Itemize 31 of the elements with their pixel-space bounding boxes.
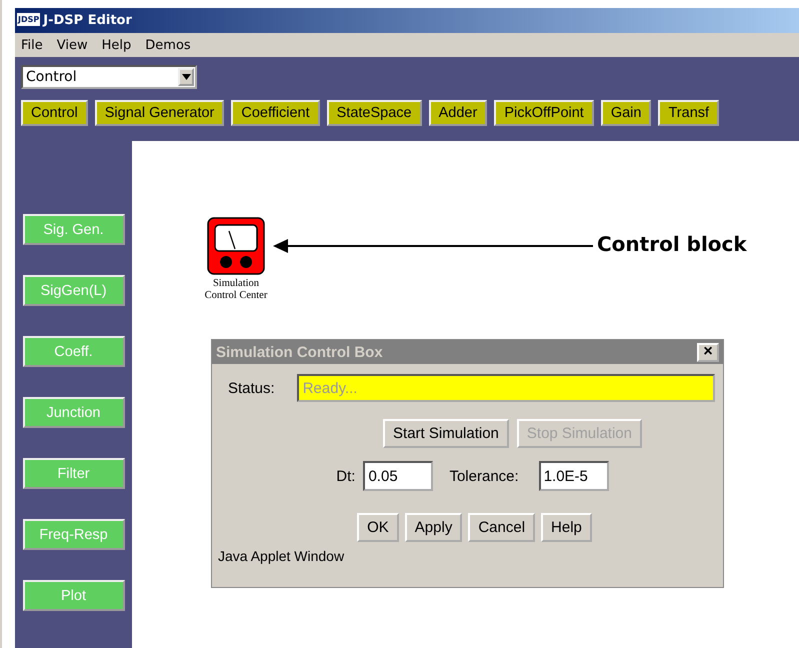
toolbar-button[interactable]: StateSpace	[326, 100, 422, 126]
dt-label: Dt:	[336, 468, 356, 484]
dialog-button[interactable]: OK	[357, 513, 399, 542]
status-label: Status:	[228, 380, 275, 396]
dialog-title: Simulation Control Box	[216, 344, 383, 360]
dialog-button[interactable]: Apply	[404, 513, 462, 542]
simulation-button[interactable]: Start Simulation	[383, 419, 509, 448]
toolbar-button[interactable]: Coefficient	[231, 100, 320, 126]
menu-item[interactable]: Help	[102, 38, 132, 52]
toolbar-button[interactable]: Gain	[600, 100, 652, 126]
category-dropdown[interactable]: Control	[21, 65, 197, 89]
footer-text: Java Applet Window	[218, 548, 346, 564]
tolerance-field[interactable]: 1.0E-5	[538, 461, 609, 491]
dt-field[interactable]: 0.05	[363, 461, 434, 491]
toolbar-button[interactable]: Signal Generator	[94, 100, 224, 126]
dialog-button[interactable]: Help	[541, 513, 592, 542]
window-title: J-DSP Editor	[43, 13, 132, 28]
toolbar-button[interactable]: Control	[21, 100, 88, 126]
dialog-button[interactable]: Cancel	[468, 513, 536, 542]
toolbar-button[interactable]: PickOffPoint	[494, 100, 594, 126]
block-label: Simulation Control Center	[204, 278, 268, 302]
close-button[interactable]: ×	[697, 342, 719, 362]
toolbar-button[interactable]: Transf	[658, 100, 720, 126]
app-logo: JDSP	[17, 13, 40, 28]
menu-item[interactable]: Demos	[145, 38, 191, 52]
annotation-text: Control block	[597, 232, 747, 256]
menu-item[interactable]: File	[21, 38, 43, 52]
meter-icon[interactable]	[207, 217, 265, 275]
toolbar-button[interactable]: Adder	[428, 100, 488, 126]
tolerance-label: Tolerance:	[449, 468, 519, 484]
menu-item[interactable]: View	[56, 38, 88, 52]
